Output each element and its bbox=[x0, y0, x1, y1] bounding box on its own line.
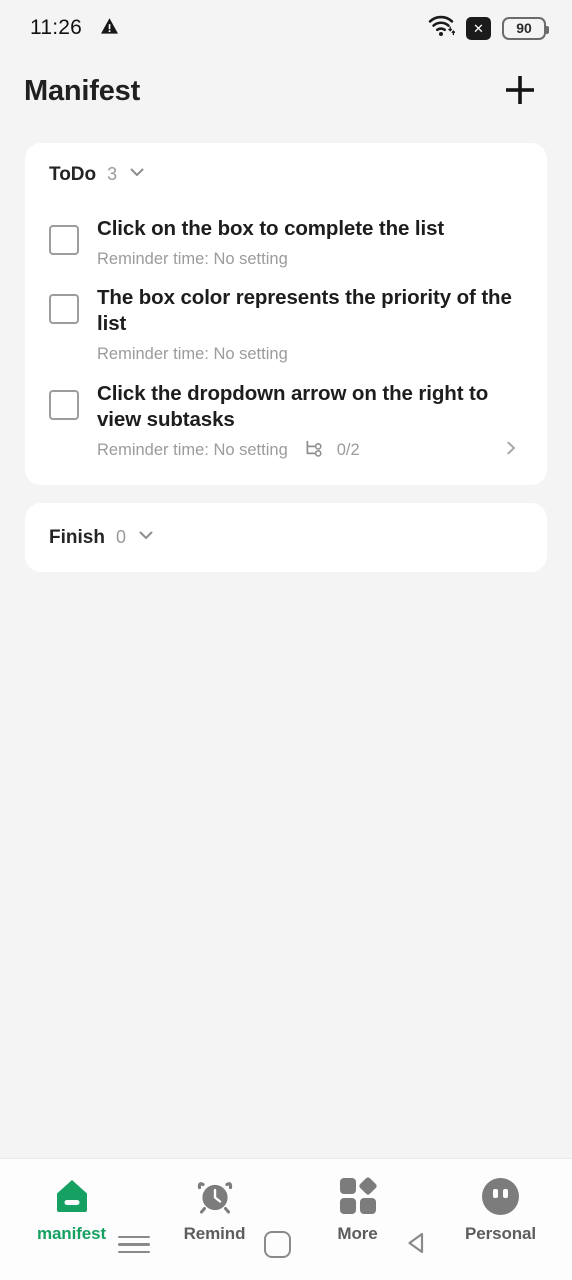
page-title: Manifest bbox=[24, 74, 141, 107]
chevron-right-icon bbox=[501, 438, 521, 463]
task-row[interactable]: The box color represents the priority of… bbox=[25, 285, 547, 366]
hamburger-line bbox=[118, 1250, 150, 1253]
avatar-face-icon bbox=[482, 1177, 519, 1215]
nav-item-personal[interactable]: Personal bbox=[429, 1177, 572, 1244]
avatar-eye-right bbox=[503, 1188, 508, 1198]
status-bar-left: 11:26 bbox=[30, 16, 119, 40]
group-card-todo: ToDo 3 Click on the box to complete the … bbox=[25, 143, 547, 486]
add-task-button[interactable] bbox=[498, 69, 542, 113]
task-title: Click on the box to complete the list bbox=[97, 217, 445, 240]
chevron-down-icon[interactable] bbox=[135, 524, 157, 551]
task-body: The box color represents the priority of… bbox=[79, 285, 525, 366]
x-badge-icon: ✕ bbox=[466, 16, 491, 40]
task-row[interactable]: Click the dropdown arrow on the right to… bbox=[25, 381, 547, 463]
task-body: Click the dropdown arrow on the right to… bbox=[79, 381, 525, 463]
group-count-todo: 3 bbox=[107, 164, 118, 184]
task-meta: Reminder time: No setting bbox=[97, 343, 521, 367]
checkbox-unchecked-icon[interactable] bbox=[49, 225, 79, 255]
bottom-navigation-bar: manifest Remind More Personal bbox=[0, 1158, 572, 1280]
hamburger-shape bbox=[118, 1231, 150, 1259]
status-time: 11:26 bbox=[30, 16, 82, 39]
nav-label-manifest: manifest bbox=[36, 1224, 107, 1243]
group-title-finish: Finish bbox=[49, 526, 105, 548]
chevron-down-icon[interactable] bbox=[126, 161, 148, 188]
nav-label-more: More bbox=[337, 1224, 378, 1243]
grid-cell bbox=[359, 1198, 376, 1214]
home-manifest-icon bbox=[52, 1177, 92, 1215]
task-meta: Reminder time: No setting 0/2 bbox=[97, 438, 521, 463]
battery-level: 90 bbox=[516, 20, 532, 36]
hamburger-line bbox=[118, 1243, 150, 1246]
square-home-icon[interactable] bbox=[264, 1231, 291, 1258]
square-shape bbox=[264, 1231, 291, 1258]
task-title: Click the dropdown arrow on the right to… bbox=[97, 381, 489, 431]
group-header-finish[interactable]: Finish 0 bbox=[25, 503, 547, 572]
status-bar: 11:26 ✕ 90 bbox=[0, 0, 572, 56]
group-header-todo[interactable]: ToDo 3 bbox=[25, 143, 547, 202]
app-header: Manifest bbox=[0, 56, 572, 126]
task-reminder: Reminder time: No setting bbox=[97, 345, 288, 364]
group-title-todo: ToDo bbox=[49, 163, 97, 185]
grid-cell bbox=[339, 1198, 356, 1214]
hamburger-line bbox=[118, 1235, 150, 1238]
task-reminder: Reminder time: No setting bbox=[97, 249, 288, 268]
grid-more-icon bbox=[339, 1176, 378, 1215]
grid-more-shape bbox=[339, 1176, 378, 1214]
avatar bbox=[482, 1177, 519, 1215]
plus-icon bbox=[503, 73, 537, 110]
nav-label-remind: Remind bbox=[183, 1224, 246, 1243]
task-row[interactable]: Click on the box to complete the list Re… bbox=[25, 216, 547, 271]
battery-indicator: 90 bbox=[502, 16, 549, 40]
grid-cell bbox=[339, 1178, 356, 1194]
alarm-clock-icon bbox=[195, 1177, 235, 1215]
status-bar-right: ✕ 90 bbox=[428, 15, 549, 42]
wifi-icon bbox=[428, 15, 456, 42]
task-list-container: ToDo 3 Click on the box to complete the … bbox=[0, 126, 572, 573]
nav-label-personal: Personal bbox=[464, 1224, 536, 1243]
task-body: Click on the box to complete the list Re… bbox=[79, 216, 525, 271]
task-meta: Reminder time: No setting bbox=[97, 247, 521, 271]
warning-triangle-icon bbox=[100, 17, 119, 40]
triangle-back-icon[interactable] bbox=[402, 1228, 432, 1258]
x-badge-label: ✕ bbox=[473, 20, 484, 36]
avatar-eye-left bbox=[493, 1188, 498, 1198]
subtask-tree-icon bbox=[304, 438, 324, 463]
hamburger-recents-icon[interactable] bbox=[118, 1231, 150, 1259]
subtask-count: 0/2 bbox=[336, 441, 360, 460]
checkbox-unchecked-icon[interactable] bbox=[49, 294, 79, 325]
task-title: The box color represents the priority of… bbox=[97, 286, 512, 336]
group-count-finish: 0 bbox=[115, 527, 126, 548]
expand-subtasks-button[interactable] bbox=[491, 438, 521, 463]
checkbox-unchecked-icon[interactable] bbox=[49, 389, 79, 420]
task-reminder: Reminder time: No setting bbox=[97, 441, 288, 460]
group-card-finish: Finish 0 bbox=[25, 503, 547, 573]
grid-cell-diamond bbox=[357, 1176, 378, 1196]
